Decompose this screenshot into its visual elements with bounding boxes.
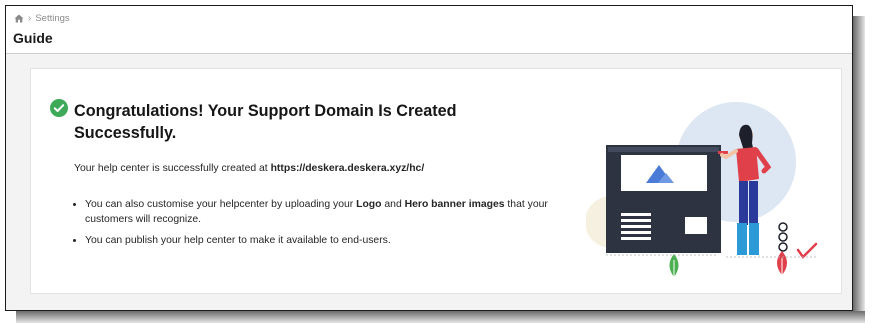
logo-term: Logo xyxy=(356,199,382,210)
list-item-customise: You can also customise your helpcenter b… xyxy=(85,197,595,227)
page-title: Guide xyxy=(13,30,53,46)
headline-line-1: Congratulations! Your Support Domain Is … xyxy=(74,102,457,120)
success-card: Congratulations! Your Support Domain Is … xyxy=(30,68,842,294)
bullet-text: and xyxy=(381,199,405,210)
breadcrumb: › Settings xyxy=(14,13,70,24)
breadcrumb-settings[interactable]: Settings xyxy=(35,13,69,24)
bullet-text: You can also customise your helpcenter b… xyxy=(85,199,357,210)
home-icon[interactable] xyxy=(14,14,24,23)
headline-line-2: Successfully. xyxy=(74,124,177,142)
breadcrumb-separator: › xyxy=(28,13,32,24)
help-center-intro: Your help center is successfully created… xyxy=(74,163,424,174)
list-item-publish: You can publish your help center to make… xyxy=(85,233,595,248)
window-shadow-right xyxy=(853,16,865,319)
check-circle-icon xyxy=(50,99,68,117)
app-window: › Settings Guide Congratulations! Your S… xyxy=(5,5,853,311)
success-headline: Congratulations! Your Support Domain Is … xyxy=(74,100,514,144)
hero-banner-term: Hero banner images xyxy=(404,199,505,210)
help-center-url: https://deskera.deskera.xyz/hc/ xyxy=(270,163,425,174)
intro-text: Your help center is successfully created… xyxy=(74,163,271,174)
page-header: › Settings Guide xyxy=(6,6,852,54)
window-shadow-bottom xyxy=(16,311,865,323)
bullet-text: You can publish your help center to make… xyxy=(85,235,391,246)
website-builder-illustration xyxy=(586,102,818,277)
info-list: You can also customise your helpcenter b… xyxy=(69,197,595,254)
